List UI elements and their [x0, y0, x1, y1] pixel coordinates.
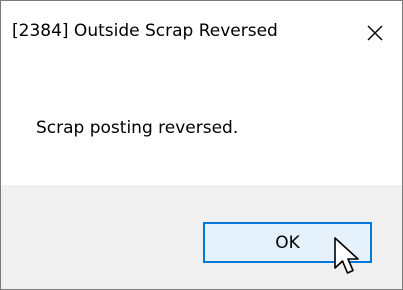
message-text: Scrap posting reversed. [36, 118, 239, 138]
dialog-title: [2384] Outside Scrap Reversed [12, 21, 278, 41]
title-bar: [2384] Outside Scrap Reversed [1, 1, 402, 65]
message-dialog: [2384] Outside Scrap Reversed Scrap post… [0, 0, 403, 290]
dialog-content: Scrap posting reversed. [1, 65, 402, 185]
close-button[interactable] [353, 13, 397, 53]
close-icon [366, 24, 384, 42]
ok-button[interactable]: OK [203, 222, 372, 263]
dialog-footer: OK [1, 185, 402, 289]
